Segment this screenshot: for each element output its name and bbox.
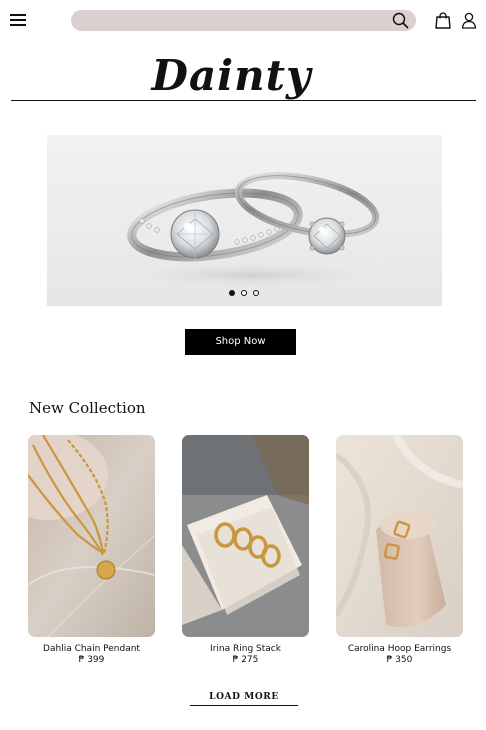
header-divider [11, 100, 476, 101]
search-input[interactable] [85, 12, 385, 29]
top-bar [0, 0, 486, 40]
carousel-indicators [0, 290, 486, 298]
product-name[interactable]: Dahlia Chain Pendant [8, 644, 175, 654]
load-more-button[interactable]: LOAD MORE [190, 689, 298, 706]
product-card[interactable]: Dahlia Chain Pendant ₱ 399 [28, 435, 155, 665]
hero-banner-image[interactable] [47, 135, 442, 306]
product-image[interactable] [182, 435, 309, 637]
product-image[interactable] [28, 435, 155, 637]
shop-now-button[interactable]: Shop Now [185, 329, 296, 355]
carousel-dot-2[interactable] [241, 290, 247, 296]
brand-logo[interactable]: Dainty [0, 50, 463, 102]
diamond-rings-illustration [112, 172, 392, 289]
section-title: New Collection [29, 399, 146, 417]
carousel-dot-3[interactable] [253, 290, 259, 296]
product-card[interactable]: Irina Ring Stack ₱ 275 [182, 435, 309, 665]
hamburger-menu-icon[interactable] [10, 12, 26, 26]
product-price: ₱ 350 [386, 655, 413, 665]
product-name[interactable]: Irina Ring Stack [162, 644, 329, 654]
product-name[interactable]: Carolina Hoop Earrings [316, 644, 483, 654]
shopping-bag-icon[interactable] [435, 12, 451, 29]
product-image[interactable] [336, 435, 463, 637]
search-icon[interactable] [392, 12, 409, 29]
product-price: ₱ 399 [78, 655, 105, 665]
carousel-dot-1[interactable] [229, 290, 235, 296]
product-card[interactable]: Carolina Hoop Earrings ₱ 350 [336, 435, 463, 665]
product-price: ₱ 275 [232, 655, 259, 665]
user-account-icon[interactable] [461, 12, 477, 29]
search-bar[interactable] [71, 10, 416, 31]
